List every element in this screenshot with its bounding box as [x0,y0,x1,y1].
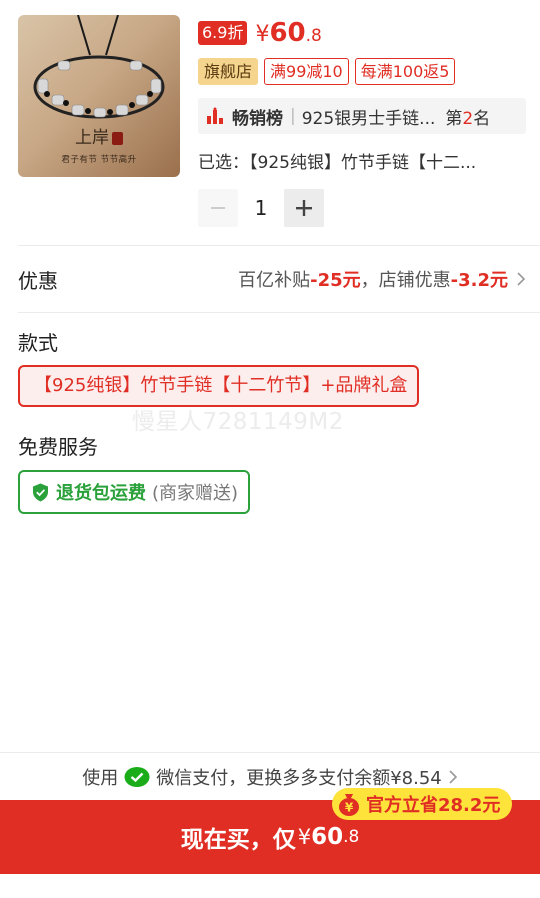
buy-price-int: 60 [311,824,344,850]
svg-text:¥: ¥ [345,801,354,815]
tags-row: 旗舰店 满99减10 每满100返5 [198,58,456,85]
service-sub-text: (商家赠送) [152,483,239,504]
rank-category: 925银男士手链... [301,108,436,129]
official-savings-badge: ¥ 官方立省28.2元 [332,788,513,820]
quantity-value[interactable]: 1 [238,196,284,220]
minus-icon [211,207,225,209]
rank-separator: | [290,106,296,126]
service-main-text: 退货包运费 [56,483,146,504]
flagship-tag: 旗舰店 [198,58,259,85]
bestseller-rank[interactable]: 畅销榜 | 925银男士手链... 第2名 [198,98,526,134]
quantity-stepper: 1 [198,189,324,227]
discount-row[interactable]: 优惠 百亿补贴 -25元，店铺优惠 -3.2元 [18,246,540,312]
style-section-title: 款式 [18,331,58,355]
free-return-shipping-badge[interactable]: 退货包运费 (商家赠送) [18,470,251,514]
product-image[interactable]: 上岸 君子有节 节节高升 [18,15,180,177]
rank-title: 畅销榜 [232,108,283,129]
price-row: 6.9折 ¥60.8 [198,18,322,48]
discount-tag: 6.9折 [198,21,248,45]
payment-method-text: 微信支付，更换多多支付余额¥8.54 [156,767,442,789]
buy-price-yen: ¥ [297,825,312,849]
money-bag-icon: ¥ [339,794,359,816]
chevron-right-icon [517,272,526,286]
service-section-title: 免费服务 [18,435,98,459]
buy-price-dec: .8 [343,827,360,847]
rank-chart-icon [207,107,223,124]
decrease-button[interactable] [198,189,238,227]
discount-label: 优惠 [18,268,58,293]
coupon-tag-2: 每满100返5 [354,58,456,85]
buy-label: 现在买，仅 [180,827,296,853]
seal-stamp [112,132,123,145]
style-option-selected[interactable]: 【925纯银】竹节手链【十二竹节】+品牌礼盒 [18,365,420,407]
shield-check-icon [33,483,48,501]
image-brand-text: 上岸 [18,123,180,148]
price: ¥60.8 [255,18,322,48]
savings-text: 官方立省28.2元 [366,795,501,816]
selected-variant[interactable]: 已选：【925纯银】竹节手链【十二... [198,148,533,173]
wechat-pay-icon [124,766,150,787]
image-slogan: 君子有节 节节高升 [61,155,137,165]
plus-icon [296,200,312,216]
chevron-right-icon [449,769,457,784]
increase-button[interactable] [284,189,324,227]
coupon-tag-1: 满99减10 [264,58,349,85]
divider [18,312,540,313]
discount-value: 百亿补贴 -25元，店铺优惠 -3.2元 [238,266,526,292]
payment-use-label: 使用 [82,767,119,789]
rank-position: 第2名 [445,108,491,129]
watermark: 慢星人7281149M2 [132,409,344,435]
